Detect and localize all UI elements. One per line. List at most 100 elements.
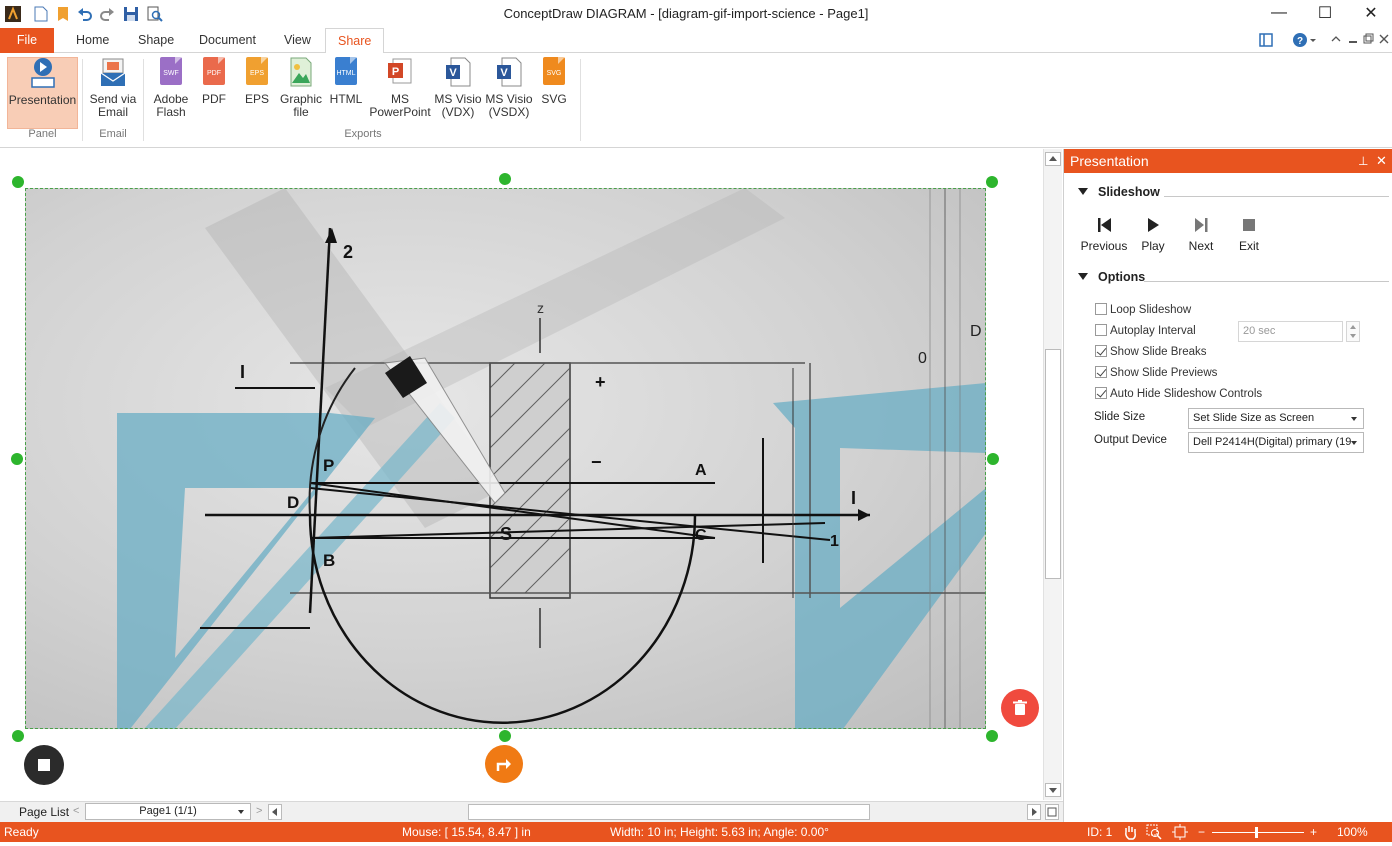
ms-powerpoint-button[interactable]: P MS PowerPoint xyxy=(367,57,433,129)
adobe-flash-button[interactable]: SWF Adobe Flash xyxy=(148,57,194,129)
tab-home[interactable]: Home xyxy=(64,28,121,53)
swf-file-icon: SWF xyxy=(158,57,184,87)
output-device-select[interactable]: Dell P2414H(Digital) primary (19 xyxy=(1188,432,1364,453)
loop-checkbox-box[interactable] xyxy=(1095,303,1107,315)
vertical-scrollbar[interactable] xyxy=(1043,149,1062,800)
resize-handle-top-right[interactable] xyxy=(986,176,998,188)
html-button[interactable]: HTML HTML xyxy=(327,57,365,129)
close-button[interactable]: ✕ xyxy=(1348,0,1392,26)
group-exports-label: Exports xyxy=(344,128,382,140)
play-icon xyxy=(1148,218,1159,232)
stop-icon xyxy=(38,759,50,771)
zoom-level[interactable]: 100% xyxy=(1337,822,1368,842)
page-select[interactable]: Page1 (1/1) xyxy=(85,803,251,820)
exit-button[interactable]: Exit xyxy=(1225,217,1273,253)
slideshow-section-header[interactable]: Slideshow xyxy=(1078,185,1160,199)
options-section-header[interactable]: Options xyxy=(1078,270,1145,284)
resize-handle-right[interactable] xyxy=(987,453,999,465)
pin-icon[interactable]: ⊥ xyxy=(1358,149,1368,173)
visio-vdx-icon: V xyxy=(445,57,471,87)
tab-document[interactable]: Document xyxy=(187,28,268,53)
next-page-icon[interactable]: > xyxy=(256,805,262,817)
pdf-button[interactable]: PDF PDF xyxy=(196,57,232,129)
page-bar: Page List < Page1 (1/1) > xyxy=(0,801,1063,822)
send-email-icon xyxy=(100,57,126,87)
resize-handle-top-left[interactable] xyxy=(12,176,24,188)
graphic-file-button[interactable]: Graphic file xyxy=(277,57,325,129)
presentation-button[interactable]: Presentation xyxy=(7,57,78,129)
resize-handle-bottom-left[interactable] xyxy=(12,730,24,742)
fit-page-icon[interactable] xyxy=(1045,804,1059,820)
resize-handle-top[interactable] xyxy=(499,173,511,185)
breaks-checkbox-box[interactable] xyxy=(1095,345,1107,357)
play-button[interactable]: Play xyxy=(1129,217,1177,253)
hscroll-right-button[interactable] xyxy=(1027,804,1041,820)
help-icon[interactable]: ? xyxy=(1293,32,1317,51)
autoplay-interval-checkbox[interactable]: Autoplay Interval xyxy=(1095,324,1196,338)
resize-handle-left[interactable] xyxy=(11,453,23,465)
zoom-in-icon[interactable]: + xyxy=(1310,822,1317,842)
zoom-slider-track[interactable] xyxy=(1212,832,1304,833)
autoplay-interval-input[interactable]: 20 sec xyxy=(1238,321,1343,342)
hscroll-left-button[interactable] xyxy=(268,804,282,820)
resize-handle-bottom-right[interactable] xyxy=(986,730,998,742)
layout-icon[interactable] xyxy=(1259,33,1273,50)
tab-file[interactable]: File xyxy=(0,28,54,53)
minimize-button[interactable]: — xyxy=(1256,0,1302,26)
panel-close-icon[interactable]: ✕ xyxy=(1376,149,1387,173)
doc-close-icon[interactable] xyxy=(1379,33,1389,47)
drawing-canvas[interactable]: 2 z I P D B S A C I 1 + − 0 D xyxy=(0,149,1043,800)
hand-tool-icon[interactable] xyxy=(1122,824,1138,846)
svg-text:?: ? xyxy=(1297,36,1303,47)
zoom-out-icon[interactable]: − xyxy=(1198,822,1205,842)
graphic-file-icon xyxy=(288,57,314,87)
show-slide-previews-checkbox[interactable]: Show Slide Previews xyxy=(1095,366,1217,380)
tab-share[interactable]: Share xyxy=(325,28,385,54)
status-bar: Ready Mouse: [ 15.54, 8.47 ] in Width: 1… xyxy=(0,822,1392,842)
autohide-checkbox-box[interactable] xyxy=(1095,387,1107,399)
previous-icon xyxy=(1098,218,1111,232)
zoom-slider-thumb[interactable] xyxy=(1255,827,1258,838)
zoom-region-icon[interactable] xyxy=(1146,824,1162,846)
scroll-thumb[interactable] xyxy=(1045,349,1061,579)
prev-page-icon[interactable]: < xyxy=(73,805,79,817)
powerpoint-icon: P xyxy=(387,57,413,87)
ms-visio-vsdx-button[interactable]: V MS Visio (VSDX) xyxy=(484,57,534,129)
maximize-button[interactable]: ☐ xyxy=(1302,0,1348,26)
connector-action-button[interactable] xyxy=(485,745,523,783)
doc-restore-icon[interactable] xyxy=(1363,33,1375,48)
hscroll-thumb[interactable] xyxy=(468,804,870,820)
previews-checkbox-box[interactable] xyxy=(1095,366,1107,378)
eps-button[interactable]: EPS EPS xyxy=(240,57,274,129)
svg-file-icon: SVG xyxy=(541,57,567,87)
selection-outline xyxy=(25,188,986,729)
next-button[interactable]: Next xyxy=(1177,217,1225,253)
show-slide-breaks-checkbox[interactable]: Show Slide Breaks xyxy=(1095,345,1207,359)
status-dimensions: Width: 10 in; Height: 5.63 in; Angle: 0.… xyxy=(610,825,829,839)
svg-text:V: V xyxy=(449,67,457,79)
delete-shape-button[interactable] xyxy=(1001,689,1039,727)
fit-to-window-icon[interactable] xyxy=(1172,824,1188,846)
auto-hide-controls-checkbox[interactable]: Auto Hide Slideshow Controls xyxy=(1095,387,1262,401)
page-list-label[interactable]: Page List xyxy=(19,805,69,819)
ribbon-tabs: File Home Shape Document View Share ? xyxy=(0,28,1392,54)
ms-visio-vdx-button[interactable]: V MS Visio (VDX) xyxy=(434,57,482,129)
output-device-label: Output Device xyxy=(1094,434,1167,446)
previous-button[interactable]: Previous xyxy=(1080,217,1128,253)
slide-size-select[interactable]: Set Slide Size as Screen xyxy=(1188,408,1364,429)
scroll-up-button[interactable] xyxy=(1045,152,1061,166)
auto-checkbox-box[interactable] xyxy=(1095,324,1107,336)
status-mouse: Mouse: [ 15.54, 8.47 ] in xyxy=(402,825,531,839)
autoplay-spinner[interactable] xyxy=(1346,321,1360,342)
resize-handle-bottom[interactable] xyxy=(499,730,511,742)
panel-header: Presentation ⊥ ✕ xyxy=(1064,149,1392,173)
stop-recording-button[interactable] xyxy=(24,745,64,785)
tab-shape[interactable]: Shape xyxy=(126,28,186,53)
tab-view[interactable]: View xyxy=(272,28,323,53)
loop-slideshow-checkbox[interactable]: Loop Slideshow xyxy=(1095,303,1191,317)
doc-minimize-icon[interactable] xyxy=(1348,33,1358,48)
svg-button[interactable]: SVG SVG xyxy=(537,57,571,129)
ribbon-collapse-icon[interactable] xyxy=(1330,32,1342,49)
scroll-down-button[interactable] xyxy=(1045,783,1061,797)
send-via-email-button[interactable]: Send via Email xyxy=(86,57,140,129)
